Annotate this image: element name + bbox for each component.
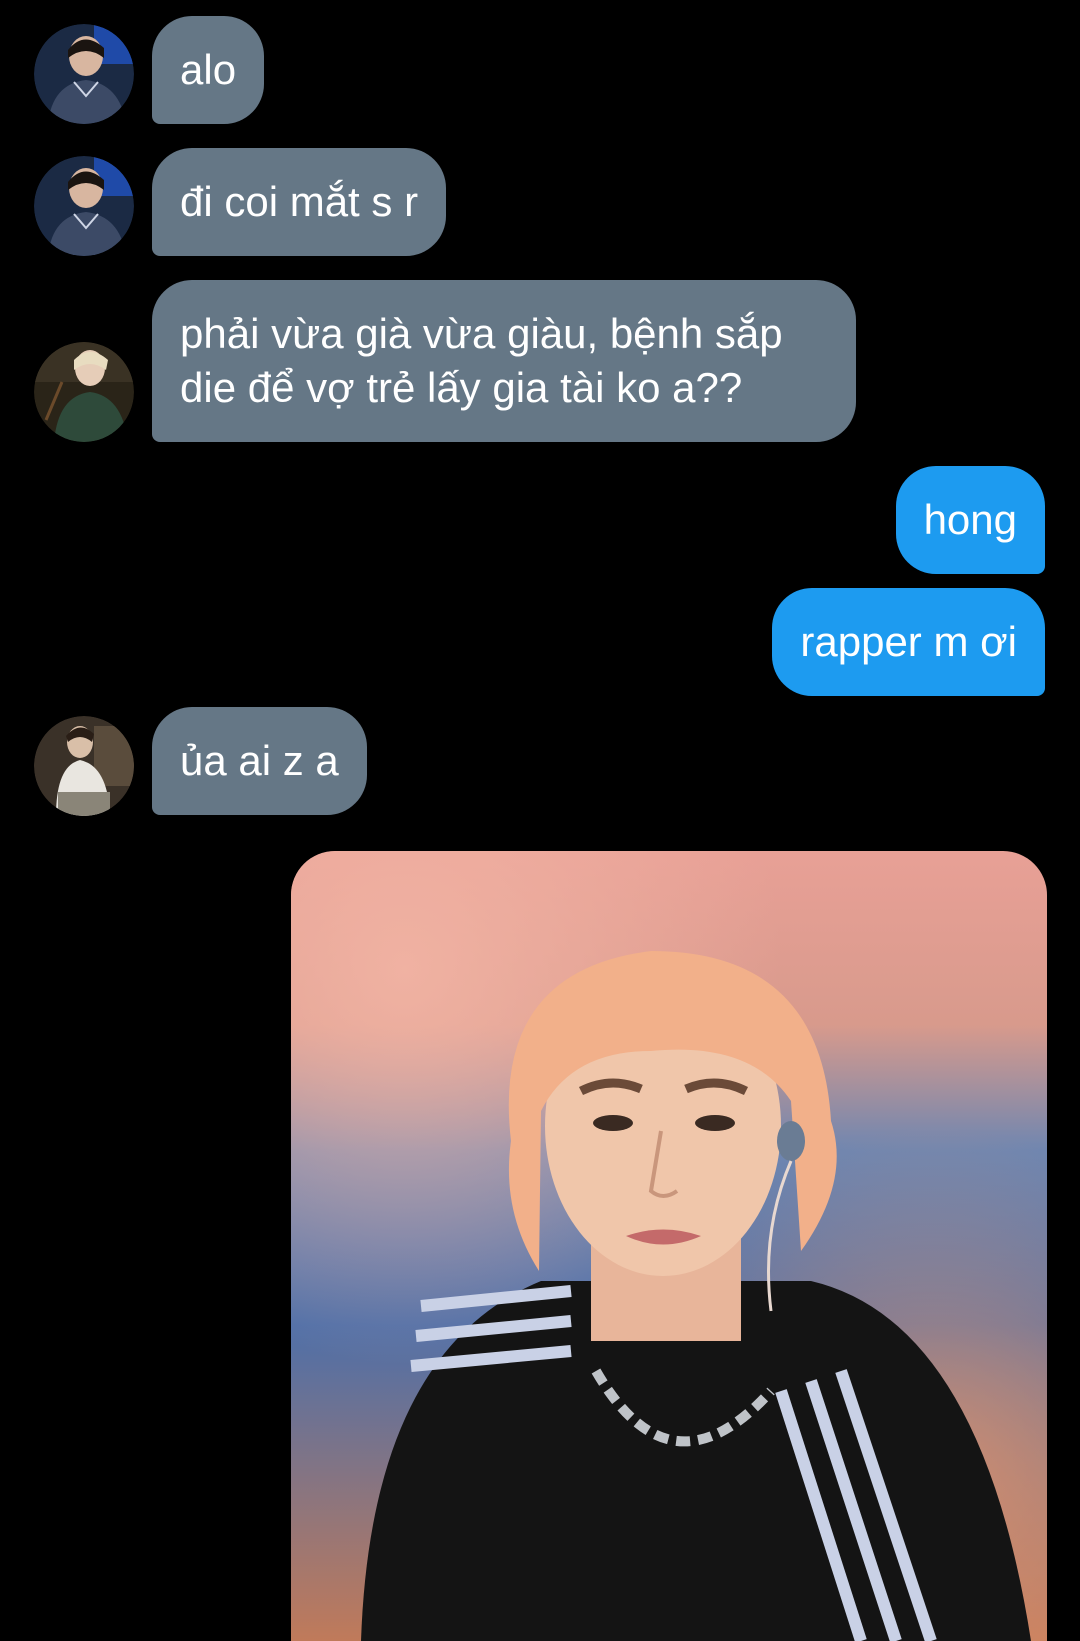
avatar[interactable] [34,342,134,442]
avatar-photo-icon [34,156,134,256]
avatar-photo-icon [34,24,134,124]
avatar-photo-icon [34,342,134,442]
message-bubble[interactable]: đi coi mắt s r [152,148,447,256]
avatar[interactable] [34,156,134,256]
message-bubble[interactable]: alo [152,16,265,124]
chat-thread: alo đi coi mắt s r phải vừa già vừa giàu… [0,0,1080,1641]
avatar[interactable] [34,24,134,124]
avatar[interactable] [34,716,134,816]
message-bubble[interactable]: rapper m ơi [772,588,1045,696]
message-bubble[interactable]: ủa ai z a [152,707,367,815]
photo-attachment-icon [291,851,1047,1641]
photo-attachment[interactable] [291,851,1047,1641]
message-bubble[interactable]: hong [895,466,1045,574]
avatar-photo-icon [34,716,134,816]
message-bubble[interactable]: phải vừa già vừa giàu, bệnh sắp die để v… [152,280,856,442]
